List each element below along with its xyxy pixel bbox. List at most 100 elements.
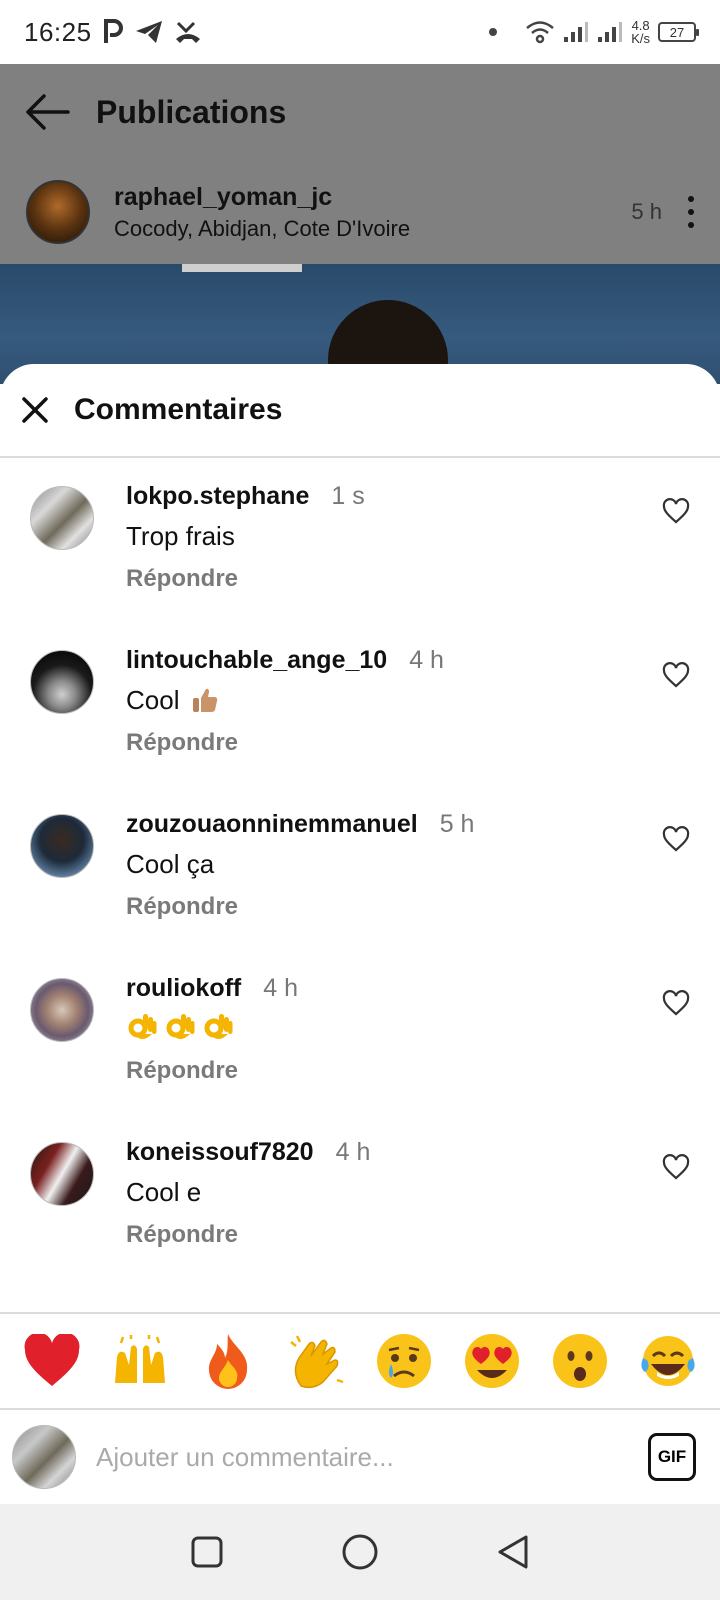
heart-eyes-face-icon xyxy=(465,1334,519,1388)
reaction-raising-hands[interactable] xyxy=(110,1331,170,1391)
reaction-crying-face[interactable] xyxy=(374,1331,434,1391)
heart-icon[interactable] xyxy=(662,498,690,526)
system-nav-bar xyxy=(0,1504,720,1600)
heart-icon[interactable] xyxy=(662,662,690,690)
comment-text-content: Cool xyxy=(126,684,180,715)
comment-body: rouliokoff 4 h Répondre xyxy=(126,974,630,1085)
comment-time: 1 s xyxy=(331,482,365,510)
comment-text-content: Cool ça xyxy=(126,848,215,879)
telegram-icon xyxy=(135,21,162,43)
reaction-red-heart[interactable] xyxy=(22,1331,82,1391)
notification-dot-icon xyxy=(489,28,498,36)
comment-avatar[interactable] xyxy=(30,650,94,714)
heart-icon[interactable] xyxy=(662,826,690,854)
reaction-tears-of-joy[interactable] xyxy=(638,1331,698,1391)
close-button[interactable] xyxy=(20,395,50,425)
status-left-icons xyxy=(102,19,202,45)
comment-avatar[interactable] xyxy=(30,486,94,550)
wifi-icon xyxy=(526,21,555,44)
comment-input[interactable] xyxy=(96,1441,648,1473)
post-background: Publications raphael_yoman_jc Cocody, Ab… xyxy=(0,64,720,384)
comment-username[interactable]: lokpo.stephane xyxy=(126,482,309,511)
heart-icon[interactable] xyxy=(662,990,690,1018)
missed-call-icon xyxy=(175,21,200,43)
comment-avatar[interactable] xyxy=(30,978,94,1042)
comment-avatar[interactable] xyxy=(30,1142,94,1206)
more-dot-icon xyxy=(688,209,694,215)
post-location[interactable]: Cocody, Abidjan, Cote D'Ivoire xyxy=(114,216,410,242)
comment-text-content: Trop frais xyxy=(126,520,235,551)
gif-label: GIF xyxy=(657,1447,687,1466)
comment-time: 4 h xyxy=(263,974,299,1002)
comment-body: lintouchable_ange_10 4 h Cool Répondre xyxy=(126,646,630,757)
reaction-fire[interactable] xyxy=(198,1331,258,1391)
sheet-header: Commentaires xyxy=(0,364,720,458)
post-time: 5 h xyxy=(631,199,662,224)
thumbs-up-icon xyxy=(193,688,218,712)
reply-button[interactable]: Répondre xyxy=(126,893,238,921)
comment-time: 4 h xyxy=(409,646,444,674)
close-icon xyxy=(22,397,48,423)
comment-body: zouzouaonninemmanuel 5 h Cool ça Répondr… xyxy=(126,810,630,921)
comment-username[interactable]: lintouchable_ange_10 xyxy=(126,646,387,675)
app-header: Publications xyxy=(0,64,720,160)
reply-button[interactable]: Répondre xyxy=(126,1057,238,1085)
status-bar: 16:25 4.8 K/s 27 xyxy=(0,0,720,64)
ok-hand-icon xyxy=(128,1014,157,1039)
comment-header: lintouchable_ange_10 4 h xyxy=(126,646,630,675)
tears-of-joy-face-icon xyxy=(641,1336,695,1386)
status-right: 4.8 K/s 27 xyxy=(489,19,699,45)
comments-list[interactable]: lokpo.stephane 1 s Trop frais Répondre l… xyxy=(0,458,720,1404)
comment-username[interactable]: zouzouaonninemmanuel xyxy=(126,810,418,839)
reply-button[interactable]: Répondre xyxy=(126,565,238,593)
comment-header: lokpo.stephane 1 s xyxy=(126,482,630,511)
comment-item: lokpo.stephane 1 s Trop frais Répondre xyxy=(0,458,720,622)
net-speed: 4.8 K/s xyxy=(631,19,650,45)
page-title: Publications xyxy=(96,93,287,130)
back-nav-button[interactable] xyxy=(493,1532,533,1572)
comment-body: lokpo.stephane 1 s Trop frais Répondre xyxy=(126,482,630,593)
comment-body: koneissouf7820 4 h Cool e Répondre xyxy=(126,1138,630,1249)
comment-text: Trop frais xyxy=(126,521,630,551)
post-author-username[interactable]: raphael_yoman_jc xyxy=(114,183,410,212)
comment-item: rouliokoff 4 h Répondre xyxy=(0,950,720,1114)
comment-text: Cool xyxy=(126,685,630,715)
heart-icon[interactable] xyxy=(662,1154,690,1182)
reaction-heart-eyes[interactable] xyxy=(462,1331,522,1391)
sheet-title: Commentaires xyxy=(74,393,283,426)
parking-icon xyxy=(103,19,123,43)
reply-button[interactable]: Répondre xyxy=(126,1221,238,1249)
comment-text xyxy=(126,1013,630,1043)
comment-avatar[interactable] xyxy=(30,814,94,878)
comment-header: zouzouaonninemmanuel 5 h xyxy=(126,810,630,839)
more-dot-icon xyxy=(688,222,694,228)
raising-hands-icon xyxy=(115,1335,165,1383)
signal-icon-2 xyxy=(598,22,623,42)
comment-item: zouzouaonninemmanuel 5 h Cool ça Répondr… xyxy=(0,786,720,950)
ok-hand-icon xyxy=(166,1014,195,1039)
battery-icon: 27 xyxy=(658,22,699,42)
back-button[interactable] xyxy=(24,88,72,136)
fire-icon xyxy=(208,1334,248,1389)
more-dot-icon xyxy=(688,196,694,202)
comment-username[interactable]: koneissouf7820 xyxy=(126,1138,314,1167)
red-heart-icon xyxy=(24,1334,80,1386)
reaction-surprised-face[interactable] xyxy=(550,1331,610,1391)
current-user-avatar xyxy=(12,1425,76,1489)
reply-button[interactable]: Répondre xyxy=(126,729,238,757)
net-speed-unit: K/s xyxy=(631,31,650,46)
post-author-text: raphael_yoman_jc Cocody, Abidjan, Cote D… xyxy=(114,183,410,242)
comment-composer: GIF xyxy=(0,1408,720,1504)
square-icon xyxy=(191,1536,223,1568)
comment-username[interactable]: rouliokoff xyxy=(126,974,241,1003)
surprised-face-icon xyxy=(553,1334,607,1388)
comment-text: Cool e xyxy=(126,1177,630,1207)
reaction-clapping-hands[interactable] xyxy=(286,1331,346,1391)
comment-item: lintouchable_ange_10 4 h Cool Répondre xyxy=(0,622,720,786)
recent-apps-button[interactable] xyxy=(187,1532,227,1572)
post-author-avatar[interactable] xyxy=(26,180,90,244)
home-button[interactable] xyxy=(340,1532,380,1572)
post-author-row: raphael_yoman_jc Cocody, Abidjan, Cote D… xyxy=(0,160,720,264)
more-options-button[interactable] xyxy=(688,196,694,228)
gif-button[interactable]: GIF xyxy=(648,1433,696,1481)
